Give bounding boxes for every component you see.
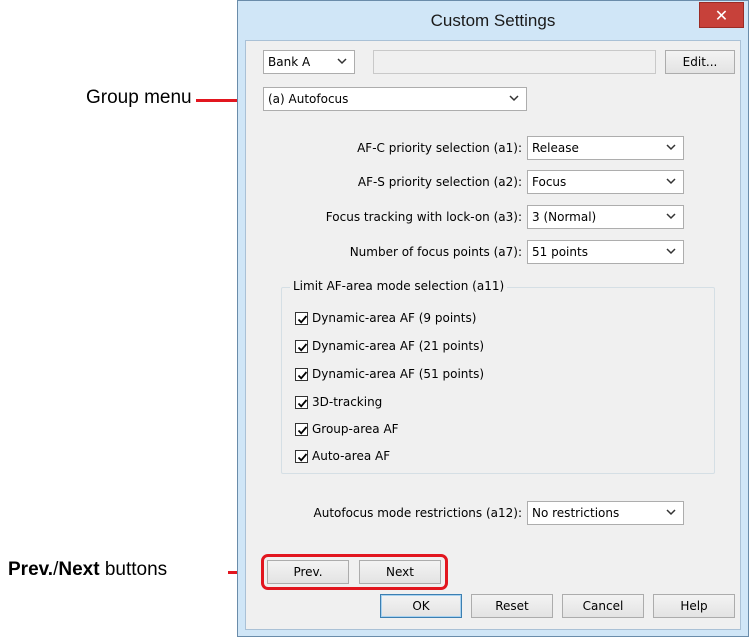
af-s-priority-value: Focus — [532, 175, 567, 189]
dialog-client-area: Bank A Edit... (a) Autofocus AF-C priori… — [245, 40, 741, 630]
af-area-groupbox: Limit AF-area mode selection (a11) Dynam… — [281, 279, 715, 474]
checkmark-icon — [297, 399, 308, 408]
prev-next-highlight — [261, 554, 448, 590]
dynamic-21-checkbox[interactable] — [295, 340, 308, 353]
buttons-callout-text: buttons — [99, 559, 168, 580]
chevron-down-icon — [666, 248, 676, 255]
bank-select-value: Bank A — [268, 55, 311, 69]
reset-button[interactable]: Reset — [471, 594, 553, 618]
focus-points-label: Number of focus points (a7): — [349, 245, 522, 259]
af-mode-restrictions-label: Autofocus mode restrictions (a12): — [313, 506, 523, 520]
bank-name-field[interactable] — [373, 50, 656, 74]
dynamic-21-label: Dynamic-area AF (21 points) — [312, 339, 485, 353]
focus-tracking-select[interactable]: 3 (Normal) — [527, 205, 684, 229]
chevron-down-icon — [666, 509, 676, 516]
af-c-priority-value: Release — [532, 141, 579, 155]
auto-area-label: Auto-area AF — [312, 449, 391, 463]
focus-tracking-label: Focus tracking with lock-on (a3): — [325, 210, 522, 224]
af-c-priority-label: AF-C priority selection (a1): — [357, 141, 522, 155]
group-menu-value: (a) Autofocus — [268, 92, 349, 106]
chevron-down-icon — [666, 144, 676, 151]
focus-points-select[interactable]: 51 points — [527, 240, 684, 264]
close-icon: ✕ — [714, 6, 729, 25]
chevron-down-icon — [337, 58, 347, 65]
group-area-label: Group-area AF — [312, 422, 399, 436]
title-bar[interactable]: Custom Settings ✕ — [238, 1, 748, 39]
group-menu-callout: Group menu — [86, 87, 192, 109]
edit-button[interactable]: Edit... — [665, 50, 735, 74]
prev-next-callout: Prev./Next buttons — [8, 559, 167, 581]
checkmark-icon — [297, 426, 308, 435]
help-button[interactable]: Help — [653, 594, 735, 618]
focus-tracking-value: 3 (Normal) — [532, 210, 597, 224]
af-s-priority-label: AF-S priority selection (a2): — [357, 175, 522, 189]
chevron-down-icon — [509, 95, 519, 102]
af-mode-restrictions-select[interactable]: No restrictions — [527, 501, 684, 525]
next-callout-text: Next — [58, 559, 100, 580]
checkmark-icon — [297, 453, 308, 462]
group-area-checkbox[interactable] — [295, 423, 308, 436]
af-area-groupbox-title: Limit AF-area mode selection (a11) — [290, 279, 508, 293]
ok-button[interactable]: OK — [380, 594, 462, 618]
af-mode-restrictions-value: No restrictions — [532, 506, 620, 520]
custom-settings-window: Custom Settings ✕ Bank A Edit... (a) Aut… — [237, 0, 749, 637]
auto-area-checkbox[interactable] — [295, 450, 308, 463]
dynamic-51-label: Dynamic-area AF (51 points) — [312, 367, 485, 381]
focus-points-value: 51 points — [532, 245, 588, 259]
dynamic-51-checkbox[interactable] — [295, 368, 308, 381]
dynamic-9-label: Dynamic-area AF (9 points) — [312, 311, 477, 325]
chevron-down-icon — [666, 213, 676, 220]
checkmark-icon — [297, 315, 308, 324]
close-button[interactable]: ✕ — [699, 2, 744, 28]
chevron-down-icon — [666, 178, 676, 185]
dynamic-9-checkbox[interactable] — [295, 312, 308, 325]
cancel-button[interactable]: Cancel — [562, 594, 644, 618]
3d-tracking-checkbox[interactable] — [295, 396, 308, 409]
group-menu-callout-text: Group menu — [86, 87, 192, 108]
checkmark-icon — [297, 343, 308, 352]
af-s-priority-select[interactable]: Focus — [527, 170, 684, 194]
prev-callout-text: Prev. — [8, 559, 54, 580]
af-c-priority-select[interactable]: Release — [527, 136, 684, 160]
window-title: Custom Settings — [430, 11, 556, 30]
bank-select[interactable]: Bank A — [263, 50, 355, 74]
checkmark-icon — [297, 371, 308, 380]
group-menu-select[interactable]: (a) Autofocus — [263, 87, 527, 111]
3d-tracking-label: 3D-tracking — [312, 395, 383, 409]
